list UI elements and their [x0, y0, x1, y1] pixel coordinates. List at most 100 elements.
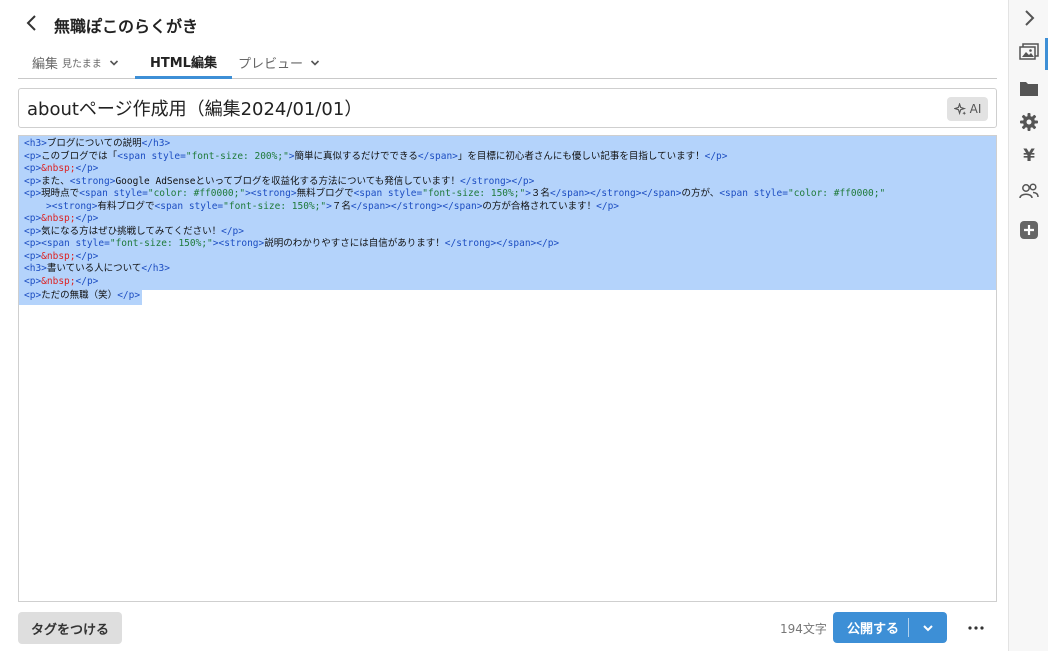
sidebar-item-add[interactable] [1019, 220, 1039, 240]
code-token: <p> [24, 163, 42, 174]
add-tag-button[interactable]: タグをつける [18, 612, 122, 644]
code-token: </strong></p> [460, 175, 535, 187]
code-line: <p>現時点で<span style="color: #ff0000;"><st… [24, 188, 996, 201]
right-sidebar: ¥ [1008, 0, 1048, 651]
code-token: "font-size: 150%;" [223, 200, 327, 212]
code-token: ><strong> [46, 200, 98, 212]
code-line: <p>&nbsp;</p> [24, 163, 996, 176]
code-token: 説明のわかりやすさには自信があります！ [264, 238, 445, 249]
code-token: </span> [417, 150, 458, 162]
code-token: </p> [117, 290, 141, 301]
code-token: 無料ブログで [296, 188, 354, 199]
code-token: <span [353, 188, 388, 199]
chevron-left-icon [26, 15, 36, 31]
tab-wysiwyg-edit[interactable]: 編集 見たまま [32, 46, 119, 79]
code-token: "color: #ff0000;" [787, 188, 886, 199]
title-field-container: AI [18, 88, 997, 128]
ai-assist-button[interactable]: AI [947, 97, 988, 121]
sidebar-item-settings[interactable] [1019, 112, 1039, 132]
header: 無職ぽこのらくがき [0, 0, 1008, 46]
code-line: <p>&nbsp;</p> [24, 276, 996, 289]
code-token: <h3> [24, 263, 47, 274]
code-token: 簡単に真似するだけでできる [294, 150, 418, 162]
code-token: <p> [24, 275, 42, 287]
code-token: &nbsp; [41, 163, 76, 174]
code-token: style= [188, 200, 224, 212]
code-line: <p>このブログでは「<span style="font-size: 200%;… [24, 151, 996, 164]
publish-options-button[interactable] [909, 612, 947, 643]
more-options-button[interactable] [962, 616, 990, 640]
sidebar-item-folder[interactable] [1019, 78, 1039, 98]
code-line: <h3>ブログについての説明</h3> [24, 138, 996, 151]
code-token: "font-size: 200%;" [185, 150, 289, 162]
code-token: ブログについての説明 [46, 138, 142, 149]
code-token: </h3> [141, 263, 170, 274]
tab-sublabel: 見たまま [62, 59, 102, 70]
plus-icon [1020, 221, 1038, 239]
code-token: <strong> [69, 175, 116, 187]
tab-label: 編集 [32, 57, 59, 72]
code-token: </strong></span></p> [444, 238, 560, 249]
code-token: <p> [24, 188, 42, 199]
code-line: <p>ただの無職（笑）</p> [19, 290, 143, 305]
code-token: <p> [24, 290, 42, 301]
sidebar-collapse-button[interactable] [1019, 8, 1039, 28]
code-token: &nbsp; [41, 275, 76, 287]
yen-icon: ¥ [1023, 146, 1035, 166]
code-token: </span></strong></span> [549, 188, 682, 199]
html-editor[interactable]: <h3>ブログについての説明</h3> <p>このブログでは「<span styl… [18, 135, 997, 602]
code-token: また、 [41, 175, 70, 187]
code-token: </p> [75, 213, 99, 224]
chevron-down-icon [923, 624, 933, 631]
chevron-right-icon [1025, 10, 1035, 26]
code-token: <h3> [24, 138, 47, 149]
title-input[interactable] [27, 95, 927, 121]
sidebar-item-monetize[interactable]: ¥ [1019, 146, 1039, 166]
code-token: ７名 [331, 200, 351, 212]
code-line: ><strong>有料ブログで<span style="font-size: 1… [24, 201, 996, 214]
code-token: 有料ブログで [97, 200, 155, 212]
code-token: &nbsp; [41, 213, 76, 224]
code-token: ３名 [530, 188, 550, 199]
code-token: ただの無職（笑） [41, 290, 118, 301]
code-token: style= [387, 188, 423, 199]
code-token: "color: #ff0000;" [147, 188, 246, 199]
code-token: <span [79, 188, 114, 199]
tab-html-edit[interactable]: HTML編集 [135, 46, 232, 79]
tab-preview[interactable]: プレビュー [238, 46, 320, 79]
code-token: style= [151, 150, 186, 162]
code-token: このブログでは「 [41, 150, 118, 162]
code-token: ><strong> [212, 238, 265, 249]
code-line: <p>&nbsp;</p> [24, 213, 996, 226]
code-token: 書いている人について [46, 263, 142, 274]
code-token: <p> [24, 150, 42, 162]
folder-icon [1020, 81, 1038, 96]
code-token: style= [113, 188, 148, 199]
code-line: <h3>書いている人について</h3> [24, 263, 996, 276]
code-token: <p> [24, 250, 42, 262]
sidebar-item-images[interactable] [1019, 42, 1039, 62]
code-line: <p>また、<strong>Google AdSenseといってブログを収益化す… [24, 176, 996, 189]
publish-button[interactable]: 公開する [833, 618, 908, 637]
footer-bar: タグをつける 194文字 公開する [0, 604, 1008, 651]
code-token: <p><span [24, 238, 76, 249]
sidebar-item-collaborators[interactable] [1019, 181, 1039, 201]
back-button[interactable] [22, 13, 42, 33]
image-icon [1019, 43, 1039, 60]
code-token: の方が合格されています！ [482, 200, 597, 212]
users-icon [1019, 183, 1039, 199]
code-token: </span></strong></span> [350, 200, 483, 212]
code-line: <p>気になる方はぜひ挑戦してみてください！</p> [24, 226, 996, 239]
code-token: <p> [24, 213, 42, 224]
code-token: </p> [596, 200, 620, 212]
publish-button-group: 公開する [833, 612, 947, 643]
code-line: <p>&nbsp;</p> [24, 251, 996, 264]
more-dots-icon [968, 626, 984, 630]
character-count: 194文字 [780, 622, 827, 636]
chevron-down-icon [109, 59, 118, 66]
code-token: "font-size: 150%;" [422, 188, 526, 199]
tab-label: HTML編集 [150, 55, 217, 71]
code-token: </p> [704, 150, 728, 162]
code-token: Google AdSenseといってブログを収益化する方法についても発信していま… [115, 175, 461, 187]
code-token: 現時点で [41, 188, 80, 199]
